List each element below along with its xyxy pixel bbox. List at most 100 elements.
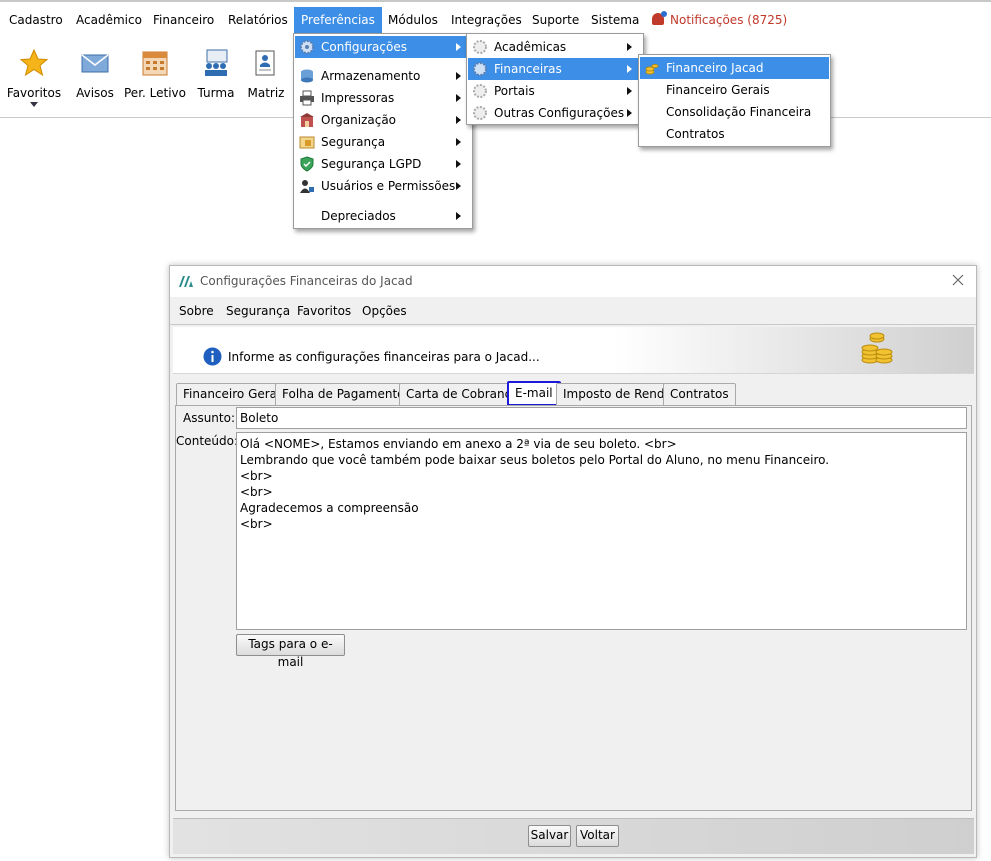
menu-item-contratos[interactable]: Contratos xyxy=(640,123,829,145)
chevron-right-icon xyxy=(627,65,632,73)
dialog-menubar: Sobre Segurança Favoritos Opções xyxy=(170,297,976,325)
menu-item-seguranca[interactable]: Segurança xyxy=(295,131,471,153)
menu-item-outras-configuracoes[interactable]: Outras Configurações xyxy=(468,102,642,124)
tab-imposto-renda[interactable]: Imposto de Renda xyxy=(556,383,679,405)
menu-item-armazenamento[interactable]: Armazenamento xyxy=(295,65,471,87)
menu-item-depreciados[interactable]: Depreciados xyxy=(295,205,471,227)
organization-icon xyxy=(300,113,314,127)
tab-folha-pagamento[interactable]: Folha de Pagamento xyxy=(275,383,412,405)
user-lock-icon xyxy=(300,180,314,193)
chevron-right-icon xyxy=(456,212,461,220)
chevron-right-icon xyxy=(456,43,461,51)
toolbar-turma[interactable]: Turma xyxy=(192,36,240,116)
save-button[interactable]: Salvar xyxy=(528,825,571,847)
menu-item-configuracoes[interactable]: Configurações xyxy=(295,36,471,58)
chevron-right-icon xyxy=(456,116,461,124)
menu-item-academicas[interactable]: Acadêmicas xyxy=(468,36,642,58)
menu-integracoes[interactable]: Integrações xyxy=(447,7,526,33)
chevron-right-icon xyxy=(456,72,461,80)
tab-email[interactable]: E-mail xyxy=(507,381,561,406)
gear-icon xyxy=(300,40,314,54)
chevron-right-icon xyxy=(627,43,632,51)
back-button[interactable]: Voltar xyxy=(576,825,619,847)
menu-relatorios[interactable]: Relatórios xyxy=(224,7,292,33)
menu-financeiro[interactable]: Financeiro xyxy=(149,7,218,33)
chevron-right-icon xyxy=(456,182,461,190)
menu-item-seguranca-lgpd[interactable]: Segurança LGPD xyxy=(295,153,471,175)
storage-icon xyxy=(301,69,313,83)
document-user-icon xyxy=(255,50,275,76)
tab-contratos[interactable]: Contratos xyxy=(663,383,736,405)
coins-icon xyxy=(645,64,659,75)
menu-item-impressoras[interactable]: Impressoras xyxy=(295,87,471,109)
lock-icon xyxy=(299,136,315,149)
menu-suporte[interactable]: Suporte xyxy=(528,7,583,33)
toolbar-per-letivo[interactable]: Per. Letivo xyxy=(124,36,186,116)
info-banner: Informe as configurações financeiras par… xyxy=(173,327,974,374)
dialog-menu-favoritos[interactable]: Favoritos xyxy=(297,304,351,318)
menu-item-organizacao[interactable]: Organização xyxy=(295,109,471,131)
dialog-footer: Salvar Voltar xyxy=(173,818,974,854)
toolbar-matriz[interactable]: Matriz xyxy=(244,36,288,116)
toolbar-label: Turma xyxy=(197,86,235,100)
chevron-right-icon xyxy=(456,94,461,102)
menu-item-financeiro-jacad[interactable]: Financeiro Jacad xyxy=(640,57,829,79)
shield-icon xyxy=(300,156,314,172)
toolbar-label: Avisos xyxy=(76,86,114,100)
notifications-link[interactable]: Notificações (8725) xyxy=(648,7,791,33)
menu-item-usuarios-permissoes[interactable]: Usuários e Permissões xyxy=(295,175,471,197)
dialog-titlebar: Configurações Financeiras do Jacad xyxy=(170,266,976,297)
dialog-menu-opcoes[interactable]: Opções xyxy=(362,304,407,318)
toolbar-label: Matriz xyxy=(247,86,285,100)
class-icon xyxy=(205,49,228,76)
tags-email-button[interactable]: Tags para o e-mail xyxy=(236,634,345,669)
menu-academico[interactable]: Acadêmico xyxy=(72,7,146,33)
chevron-right-icon xyxy=(627,109,632,117)
menu-item-financeiro-gerais[interactable]: Financeiro Gerais xyxy=(640,79,829,101)
menu-item-portais[interactable]: Portais xyxy=(468,80,642,102)
dialog-menu-seguranca[interactable]: Segurança xyxy=(226,304,290,318)
chevron-right-icon xyxy=(456,160,461,168)
menu-item-consolidacao-financeira[interactable]: Consolidação Financeira xyxy=(640,101,829,123)
financeiras-submenu: Financeiro Jacad Financeiro Gerais Conso… xyxy=(638,54,831,147)
menu-sistema[interactable]: Sistema xyxy=(587,7,643,33)
chevron-down-icon xyxy=(30,102,38,107)
config-dialog: Configurações Financeiras do Jacad Sobre… xyxy=(169,265,977,858)
close-icon[interactable] xyxy=(950,272,966,288)
menu-modulos[interactable]: Módulos xyxy=(384,7,442,33)
dialog-title: Configurações Financeiras do Jacad xyxy=(200,274,413,288)
printer-icon xyxy=(300,90,314,106)
dialog-menu-sobre[interactable]: Sobre xyxy=(179,304,214,318)
notifications-label: Notificações (8725) xyxy=(670,13,788,27)
main-menubar: Cadastro Acadêmico Financeiro Relatórios… xyxy=(0,0,991,36)
toolbar-label: Favoritos xyxy=(6,86,62,100)
tab-financeiro-geral[interactable]: Financeiro Geral xyxy=(176,383,288,405)
toolbar-favoritos[interactable]: Favoritos xyxy=(4,36,64,116)
gear-icon xyxy=(473,84,487,98)
chevron-right-icon xyxy=(456,138,461,146)
envelope-icon xyxy=(81,54,109,73)
menu-preferencias[interactable]: Preferências xyxy=(294,7,382,33)
gear-icon xyxy=(473,106,487,120)
assunto-field[interactable]: Boleto xyxy=(236,407,967,429)
toolbar-avisos[interactable]: Avisos xyxy=(70,36,120,116)
info-icon xyxy=(203,347,222,366)
gear-icon xyxy=(473,40,487,54)
star-icon xyxy=(19,48,49,77)
menu-cadastro[interactable]: Cadastro xyxy=(5,7,67,33)
calendar-icon xyxy=(142,51,168,76)
bell-icon xyxy=(652,11,667,25)
jacad-logo-icon xyxy=(179,276,193,287)
gear-icon xyxy=(473,62,487,76)
coins-icon xyxy=(861,332,893,364)
assunto-label: Assunto: xyxy=(182,411,235,425)
chevron-right-icon xyxy=(627,87,632,95)
conteudo-label: Conteúdo: xyxy=(176,434,239,448)
email-tab-page: Assunto: Boleto Conteúdo: Olá <NOME>, Es… xyxy=(175,405,972,811)
info-text: Informe as configurações financeiras par… xyxy=(228,350,540,364)
preferencias-menu: Configurações Armazenamento Impressoras … xyxy=(293,33,473,229)
toolbar-label: Per. Letivo xyxy=(124,86,186,100)
menu-item-financeiras[interactable]: Financeiras xyxy=(468,58,642,80)
configuracoes-submenu: Acadêmicas Financeiras Portais Outras Co… xyxy=(466,33,644,125)
conteudo-field[interactable]: Olá <NOME>, Estamos enviando em anexo a … xyxy=(236,432,967,630)
